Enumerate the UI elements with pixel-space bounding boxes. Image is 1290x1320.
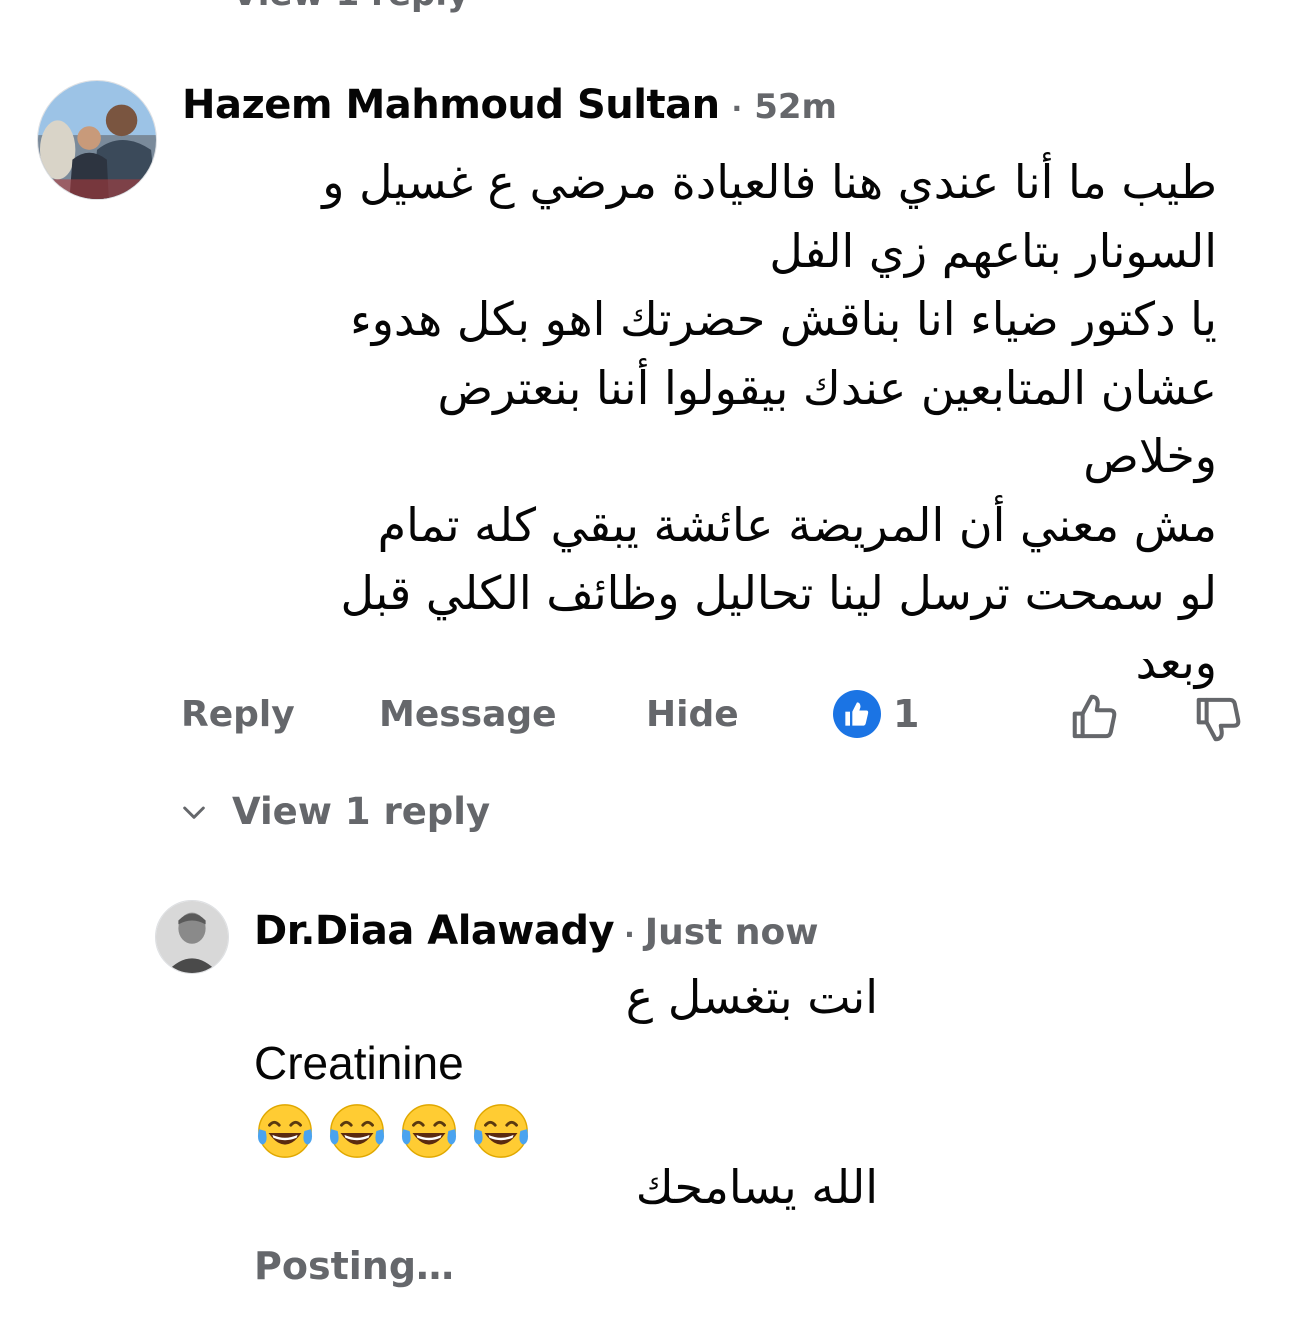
- reaction-count[interactable]: 1: [833, 690, 919, 738]
- reply-avatar[interactable]: [155, 900, 229, 974]
- meta-separator: ·: [731, 92, 743, 125]
- reply-emojis: [254, 1100, 532, 1162]
- comment-author-name[interactable]: Hazem Mahmoud Sultan: [182, 82, 720, 128]
- face-with-tears-of-joy-emoji: [401, 1104, 457, 1158]
- avatar-photo: [38, 81, 156, 199]
- chevron-down-icon: [183, 806, 205, 819]
- comment-timestamp[interactable]: 52m: [754, 87, 837, 127]
- thumbs-up-icon: [833, 690, 881, 738]
- comment-line: مش معني أن المريضة عائشة يبقي كله تمام: [377, 497, 1217, 552]
- reply-timestamp: Just now: [644, 912, 819, 953]
- face-with-tears-of-joy-emoji: [257, 1104, 313, 1158]
- reply-header: Dr.Diaa Alawady · Just now: [254, 908, 819, 954]
- posting-status: Posting…: [254, 1244, 455, 1288]
- reply-line: انت بتغسل ع: [625, 970, 878, 1024]
- avatar[interactable]: [37, 80, 157, 200]
- comment-line: عشان المتابعين عندك بيقولوا أننا بنعترض: [437, 360, 1217, 415]
- comments-thread: View 1 reply Hazem Mahmoud Sultan · 52m …: [0, 0, 1290, 1320]
- comment-line: وبعد: [1135, 634, 1217, 689]
- comment-actions: Reply Message Hide 1: [0, 690, 1290, 750]
- comment-line: يا دكتور ضياء انا بناقش حضرتك اهو بكل هد…: [350, 292, 1217, 346]
- comment-body: طيب ما أنا عندي هنا فالعيادة مرضي ع غسيل…: [182, 148, 1217, 696]
- thumbs-down-outline-icon[interactable]: [1192, 692, 1246, 746]
- face-with-tears-of-joy-emoji: [329, 1104, 385, 1158]
- reply-button[interactable]: Reply: [181, 694, 295, 735]
- reply-line: الله يسامحك: [635, 1160, 878, 1214]
- meta-separator: ·: [624, 918, 635, 951]
- comment-header: Hazem Mahmoud Sultan · 52m: [182, 82, 837, 128]
- comment-line: لو سمحت ترسل لينا تحاليل وظائف الكلي قبل: [340, 566, 1217, 620]
- comment-line: طيب ما أنا عندي هنا فالعيادة مرضي ع غسيل…: [322, 155, 1217, 209]
- face-with-tears-of-joy-emoji: [473, 1104, 529, 1158]
- avatar-photo: [156, 901, 228, 973]
- reply-line: Creatinine: [254, 1037, 464, 1089]
- view-replies-label: View 1 reply: [232, 790, 491, 833]
- hide-button[interactable]: Hide: [646, 694, 739, 735]
- previous-view-reply-link[interactable]: View 1 reply: [232, 0, 469, 14]
- view-replies-link[interactable]: View 1 reply: [178, 790, 490, 833]
- reply-author-name[interactable]: Dr.Diaa Alawady: [254, 908, 615, 954]
- message-button[interactable]: Message: [379, 694, 557, 735]
- comment-line: وخلاص: [1083, 429, 1217, 483]
- like-count-value: 1: [893, 692, 920, 736]
- thumbs-up-outline-icon[interactable]: [1068, 690, 1122, 744]
- comment-line: السونار بتاعهم زي الفل: [769, 223, 1217, 278]
